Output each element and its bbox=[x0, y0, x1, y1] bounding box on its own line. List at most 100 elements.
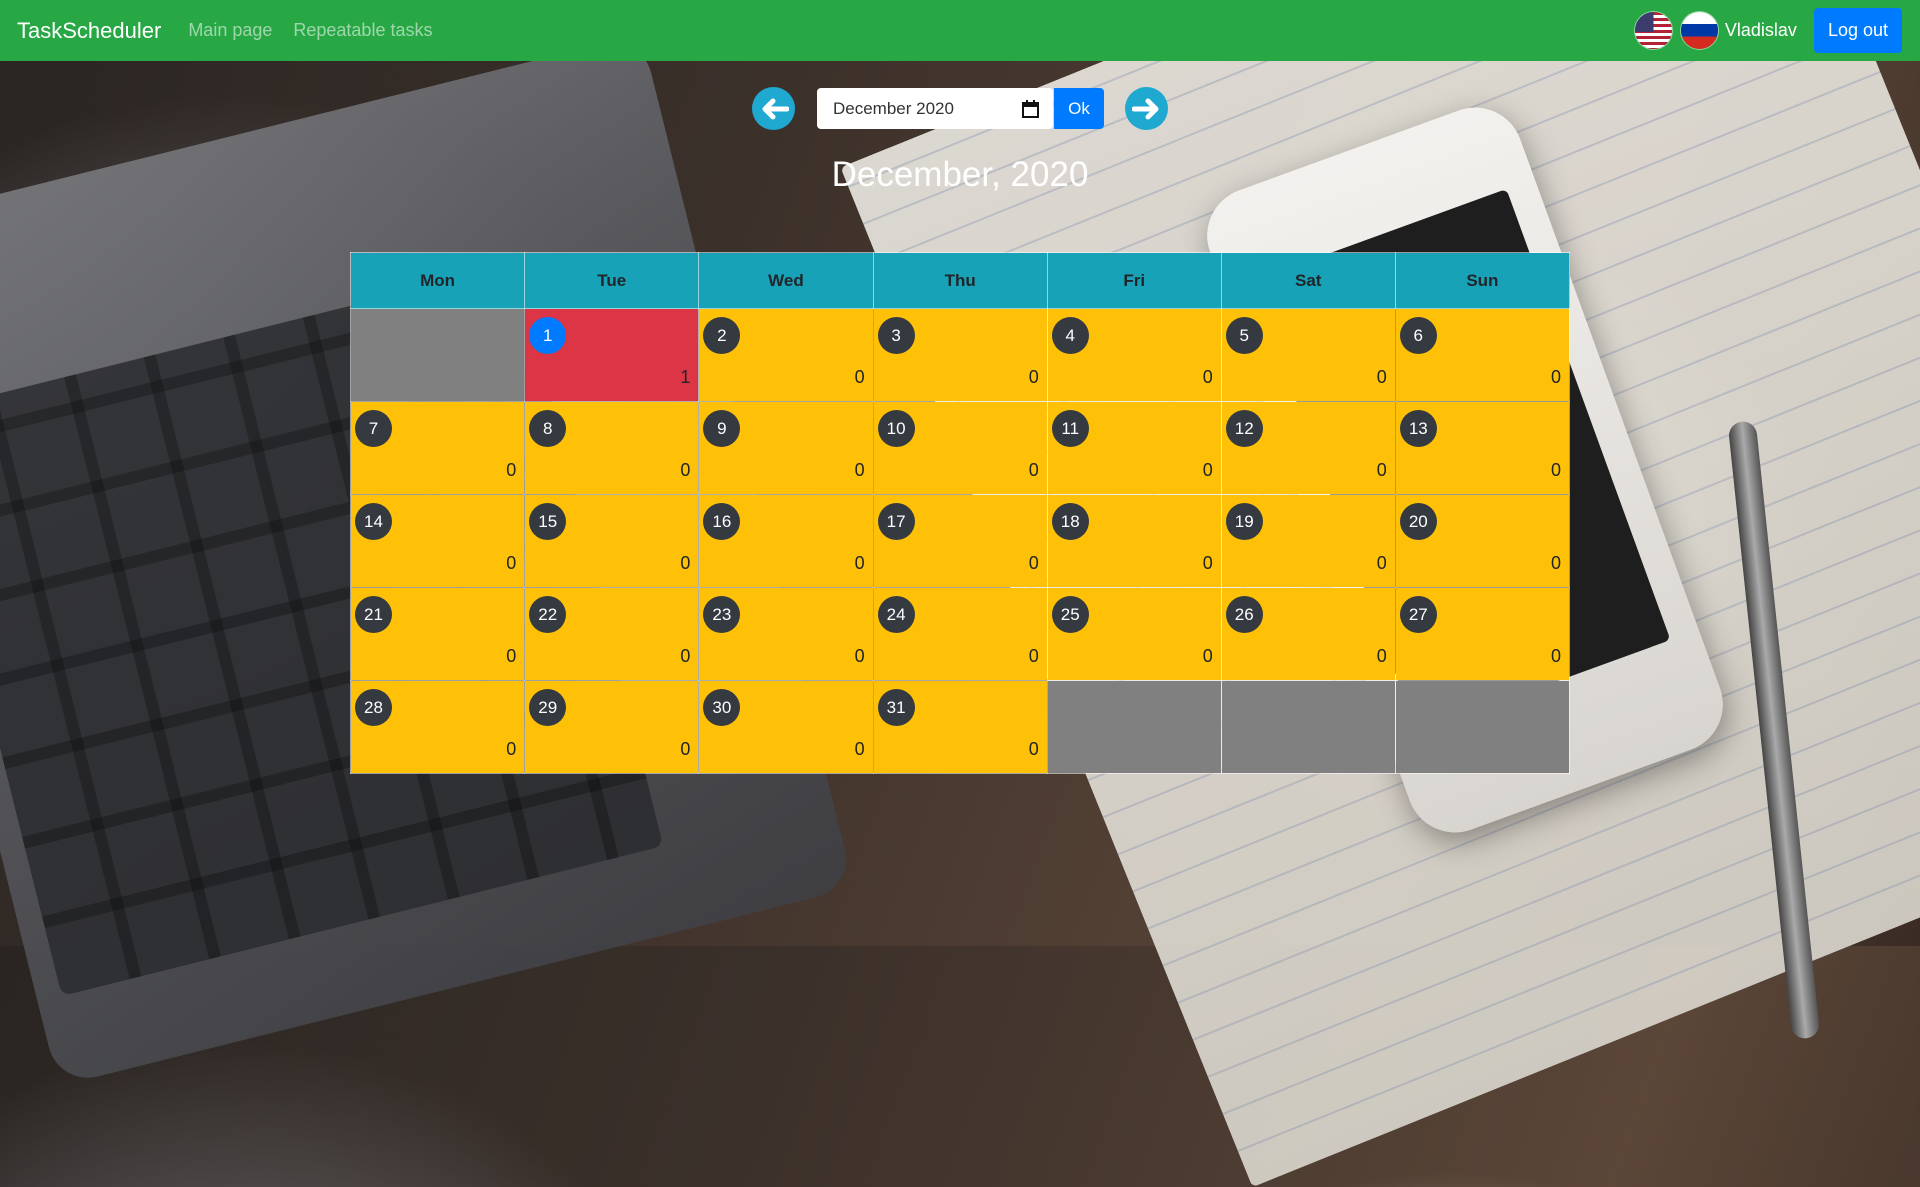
calendar-day-cell[interactable]: 27 0 bbox=[1394, 587, 1571, 681]
calendar-day-cell[interactable]: 15 0 bbox=[524, 494, 700, 588]
nav-link-repeatable-tasks[interactable]: Repeatable tasks bbox=[293, 20, 432, 41]
calendar-day-cell[interactable]: 40 bbox=[1046, 308, 1222, 402]
day-number-badge: 25 bbox=[1051, 596, 1089, 633]
calendar-day-cell[interactable]: 70 bbox=[349, 401, 526, 495]
weekday-sat: Sat bbox=[1220, 252, 1396, 309]
task-count: 0 bbox=[1550, 646, 1561, 666]
arrow-left-icon bbox=[762, 98, 789, 119]
calendar-week-row: 7 0 8 0 9 0 10 0 11 0 12 0 13 0 bbox=[349, 401, 1571, 495]
day-number-badge: 31 bbox=[877, 689, 915, 726]
task-count: 0 bbox=[680, 553, 691, 573]
us-flag-icon[interactable] bbox=[1634, 12, 1672, 49]
calendar-day-cell[interactable]: 17 0 bbox=[872, 494, 1048, 588]
task-count: 0 bbox=[854, 460, 865, 480]
month-title: December, 2020 bbox=[831, 155, 1089, 194]
day-number-badge: 10 bbox=[877, 410, 915, 447]
task-count: 0 bbox=[1028, 739, 1039, 759]
calendar-day-cell[interactable]: 18 0 bbox=[1046, 494, 1222, 588]
calendar-week-row: 112030405060 bbox=[349, 308, 1571, 402]
day-number-badge: 14 bbox=[355, 503, 392, 540]
calendar-day-cell[interactable]: 29 0 bbox=[524, 680, 700, 774]
calendar-week-row: 14 0 15 0 16 0 17 0 18 0 19 0 20 0 bbox=[349, 494, 1571, 588]
calendar-day-cell[interactable]: 21 0 bbox=[349, 587, 526, 681]
weekday-thu: Thu bbox=[872, 252, 1048, 309]
calendar-day-cell[interactable]: 23 0 bbox=[698, 587, 874, 681]
day-number-badge: 17 bbox=[877, 503, 915, 540]
arrow-right-icon bbox=[1131, 98, 1158, 119]
task-count: 0 bbox=[1550, 367, 1561, 387]
calendar-day-cell[interactable]: 30 bbox=[872, 308, 1048, 402]
task-count: 0 bbox=[1376, 460, 1387, 480]
day-number-badge: 30 bbox=[703, 689, 741, 726]
task-count: 0 bbox=[1028, 460, 1039, 480]
day-number-badge: 3 bbox=[877, 317, 915, 354]
calendar-day-cell[interactable]: 25 0 bbox=[1046, 587, 1222, 681]
task-count: 0 bbox=[854, 646, 865, 666]
calendar-day-cell[interactable]: 31 0 bbox=[872, 680, 1048, 774]
day-number-badge: 13 bbox=[1399, 410, 1437, 447]
day-number-badge: 27 bbox=[1399, 596, 1437, 633]
prev-month-button[interactable] bbox=[752, 87, 795, 130]
month-input-wrap bbox=[817, 88, 1053, 129]
calendar-icon[interactable] bbox=[1022, 99, 1039, 118]
calendar-day-cell[interactable]: 12 0 bbox=[1220, 401, 1396, 495]
day-number-badge: 26 bbox=[1225, 596, 1263, 633]
task-count: 0 bbox=[1202, 460, 1213, 480]
day-number-badge: 8 bbox=[529, 410, 567, 447]
logout-button[interactable]: Log out bbox=[1813, 8, 1902, 53]
task-count: 0 bbox=[1376, 646, 1387, 666]
nav-link-main-page[interactable]: Main page bbox=[188, 20, 272, 41]
calendar-day-cell[interactable]: 60 bbox=[1394, 308, 1571, 402]
calendar-day-cell[interactable]: 30 0 bbox=[698, 680, 874, 774]
calendar-day-cell[interactable]: 50 bbox=[1220, 308, 1396, 402]
task-count: 0 bbox=[1028, 646, 1039, 666]
calendar-day-cell[interactable]: 24 0 bbox=[872, 587, 1048, 681]
next-month-button[interactable] bbox=[1125, 87, 1168, 130]
navbar-right: Vladislav Log out bbox=[1634, 8, 1920, 53]
calendar-day-cell[interactable]: 22 0 bbox=[524, 587, 700, 681]
day-number-badge: 22 bbox=[529, 596, 567, 633]
ok-button[interactable]: Ok bbox=[1054, 88, 1104, 129]
calendar-day-cell[interactable]: 26 0 bbox=[1220, 587, 1396, 681]
calendar-week-row: 21 0 22 0 23 0 24 0 25 0 26 0 27 0 bbox=[349, 587, 1571, 681]
task-count: 0 bbox=[680, 646, 691, 666]
task-count: 1 bbox=[680, 367, 691, 387]
day-number-badge: 4 bbox=[1051, 317, 1089, 354]
day-number-badge: 16 bbox=[703, 503, 741, 540]
calendar-day-cell[interactable]: 14 0 bbox=[349, 494, 526, 588]
task-count: 0 bbox=[1550, 553, 1561, 573]
calendar-day-cell[interactable]: 13 0 bbox=[1394, 401, 1571, 495]
calendar-day-cell[interactable]: 20 0 bbox=[1394, 494, 1571, 588]
task-count: 0 bbox=[506, 460, 517, 480]
calendar-empty-cell bbox=[1046, 680, 1222, 774]
weekday-header-row: Mon Tue Wed Thu Fri Sat Sun bbox=[349, 252, 1571, 309]
calendar-day-cell[interactable]: 11 0 bbox=[1046, 401, 1222, 495]
day-number-badge: 29 bbox=[529, 689, 567, 726]
calendar-day-cell[interactable]: 80 bbox=[524, 401, 700, 495]
task-count: 0 bbox=[506, 739, 517, 759]
calendar-day-cell[interactable]: 90 bbox=[698, 401, 874, 495]
calendar-empty-cell bbox=[1394, 680, 1571, 774]
day-number-badge: 12 bbox=[1225, 410, 1263, 447]
ru-flag-icon[interactable] bbox=[1680, 12, 1718, 49]
calendar-day-cell[interactable]: 28 0 bbox=[349, 680, 526, 774]
task-count: 0 bbox=[680, 460, 691, 480]
task-count: 0 bbox=[854, 553, 865, 573]
calendar-table: Mon Tue Wed Thu Fri Sat Sun 112030405060… bbox=[349, 252, 1571, 774]
calendar-day-cell[interactable]: 11 bbox=[524, 308, 700, 402]
calendar-day-cell[interactable]: 20 bbox=[698, 308, 874, 402]
brand-link[interactable]: TaskScheduler bbox=[17, 18, 161, 44]
calendar-day-cell[interactable]: 10 0 bbox=[872, 401, 1048, 495]
day-number-badge: 6 bbox=[1399, 317, 1437, 354]
month-input[interactable] bbox=[831, 97, 1015, 120]
day-number-badge: 20 bbox=[1399, 503, 1437, 540]
calendar-day-cell[interactable]: 19 0 bbox=[1220, 494, 1396, 588]
navbar: TaskScheduler Main page Repeatable tasks… bbox=[0, 0, 1920, 61]
day-number-badge: 19 bbox=[1225, 503, 1263, 540]
day-number-badge: 24 bbox=[877, 596, 915, 633]
task-count: 0 bbox=[1202, 553, 1213, 573]
day-number-badge: 15 bbox=[529, 503, 567, 540]
weekday-fri: Fri bbox=[1046, 252, 1222, 309]
calendar-day-cell[interactable]: 16 0 bbox=[698, 494, 874, 588]
day-number-badge: 18 bbox=[1051, 503, 1089, 540]
